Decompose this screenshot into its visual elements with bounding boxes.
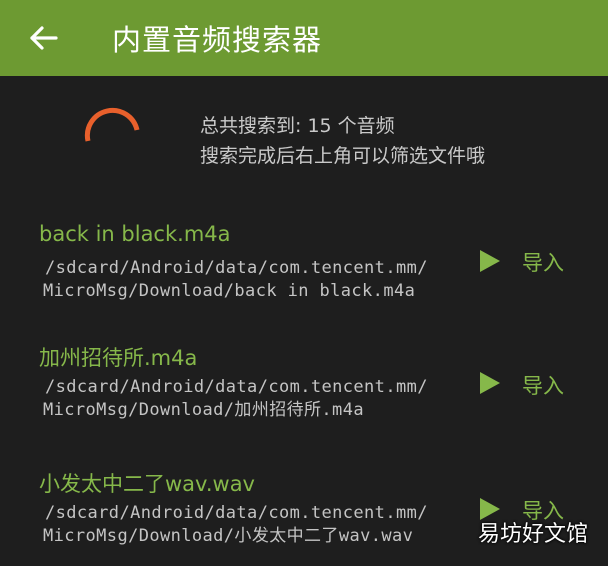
audio-file-path: /sdcard/Android/data/com.tencent.mm/Micr… (43, 376, 428, 422)
page-title: 内置音频搜索器 (112, 23, 323, 57)
file-path-line: /sdcard/Android/data/com.tencent.mm/ (45, 258, 428, 278)
search-summary: 总共搜索到: 15 个音频 搜索完成后右上角可以筛选文件哦 (200, 111, 485, 171)
import-button[interactable]: 导入 (522, 247, 564, 277)
audio-file-path: /sdcard/Android/data/com.tencent.mm/Micr… (43, 502, 428, 548)
play-icon[interactable] (480, 250, 500, 272)
top-app-bar: 内置音频搜索器 (0, 0, 608, 76)
file-path-line: MicroMsg/Download/加州招待所.m4a (43, 400, 364, 420)
loading-spinner-icon (80, 105, 146, 171)
summary-hint-text: 搜索完成后右上角可以筛选文件哦 (200, 145, 486, 167)
import-button[interactable]: 导入 (522, 370, 564, 400)
audio-file-path: /sdcard/Android/data/com.tencent.mm/Micr… (43, 257, 428, 303)
audio-file-name: 小发太中二了wav.wav (39, 472, 255, 496)
file-path-line: /sdcard/Android/data/com.tencent.mm/ (45, 377, 428, 397)
audio-file-name: 加州招待所.m4a (39, 346, 198, 370)
back-arrow-icon[interactable] (26, 20, 62, 56)
audio-file-name: back in black.m4a (39, 222, 231, 246)
summary-count-text: 总共搜索到: 15 个音频 (200, 115, 395, 137)
play-icon[interactable] (480, 372, 500, 394)
file-path-line: MicroMsg/Download/小发太中二了wav.wav (43, 526, 414, 546)
app-root: 内置音频搜索器 总共搜索到: 15 个音频 搜索完成后右上角可以筛选文件哦 ba… (0, 0, 608, 566)
watermark-text: 易坊好文馆 (477, 522, 588, 547)
file-path-line: MicroMsg/Download/back in black.m4a (43, 281, 416, 301)
file-path-line: /sdcard/Android/data/com.tencent.mm/ (45, 503, 428, 523)
